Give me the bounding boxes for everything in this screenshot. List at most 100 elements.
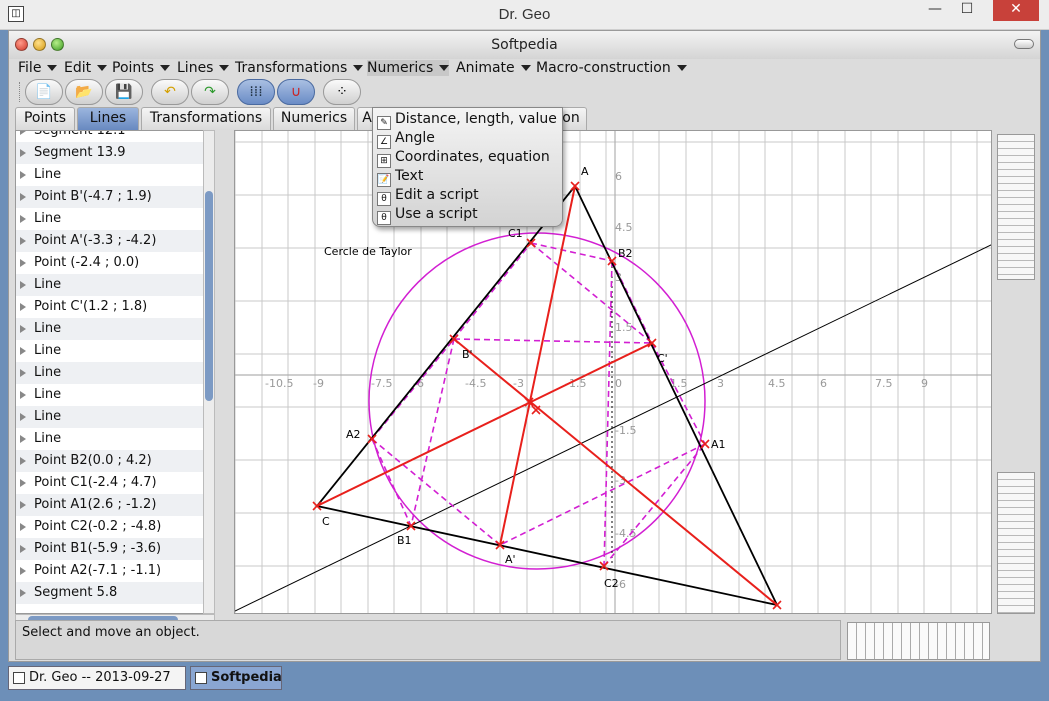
menu-item-5[interactable]: θ Use a script: [373, 205, 562, 225]
tree-item[interactable]: Line: [16, 208, 214, 230]
scrollbar-thumb[interactable]: [205, 191, 213, 401]
tree-vertical-scrollbar[interactable]: [203, 130, 215, 614]
expand-arrow-icon[interactable]: [20, 566, 26, 575]
point-label: B1: [397, 534, 412, 547]
tree-item[interactable]: Point A1(2.6 ; -1.2): [16, 494, 214, 516]
point-label: A: [581, 165, 589, 178]
close-button[interactable]: ✕: [993, 0, 1039, 21]
tab-lines[interactable]: Lines: [77, 107, 139, 130]
tab-points[interactable]: Points: [15, 107, 75, 130]
minimize-button[interactable]: —: [921, 0, 949, 21]
expand-arrow-icon[interactable]: [20, 258, 26, 267]
expand-arrow-icon[interactable]: [20, 412, 26, 421]
x-tick-label: -9: [313, 377, 324, 390]
expand-arrow-icon[interactable]: [20, 346, 26, 355]
menu-points[interactable]: Points: [112, 60, 171, 76]
menu-edit[interactable]: Edit: [64, 60, 108, 76]
expand-arrow-icon[interactable]: [20, 131, 26, 135]
object-tree[interactable]: Segment 12.1 Segment 13.9 Line Point B'(-4.…: [15, 130, 215, 614]
menu-numerics[interactable]: Numerics: [367, 60, 450, 76]
tree-item[interactable]: Line: [16, 318, 214, 340]
points-style-button[interactable]: ⁘: [323, 79, 361, 105]
expand-arrow-icon[interactable]: [20, 500, 26, 509]
altitude[interactable]: [316, 342, 653, 507]
tree-item[interactable]: Line: [16, 384, 214, 406]
toolbar-toggle-icon[interactable]: [1014, 39, 1034, 49]
vertical-scroll-control[interactable]: [997, 134, 1035, 280]
tree-item[interactable]: Line: [16, 406, 214, 428]
expand-arrow-icon[interactable]: [20, 588, 26, 597]
tree-item[interactable]: Line: [16, 274, 214, 296]
menu-file[interactable]: File: [18, 60, 58, 76]
tree-item[interactable]: Point C2(-0.2 ; -4.8): [16, 516, 214, 538]
taylor-segment[interactable]: [603, 260, 613, 567]
tree-item[interactable]: Point B2(0.0 ; 4.2): [16, 450, 214, 472]
x-tick-label: -4.5: [465, 377, 486, 390]
expand-arrow-icon[interactable]: [20, 456, 26, 465]
geometry-figure[interactable]: -10.5 -9 -7.5 -6 -4.5 -3 -1.5 0 1.5 3 4.5 6 7.5 964.5…: [235, 131, 992, 614]
menu-lines[interactable]: Lines: [177, 60, 230, 76]
taskbar-item-drgeo[interactable]: Dr. Geo -- 2013-09-27: [8, 666, 186, 690]
expand-arrow-icon[interactable]: [20, 280, 26, 289]
tree-item[interactable]: Line: [16, 428, 214, 450]
tree-item[interactable]: Point B1(-5.9 ; -3.6): [16, 538, 214, 560]
tree-item[interactable]: Line: [16, 340, 214, 362]
tree-item[interactable]: Line: [16, 362, 214, 384]
tree-item[interactable]: Point (-2.4 ; 0.0): [16, 252, 214, 274]
menu-item-0[interactable]: ✎ Distance, length, value: [373, 110, 562, 130]
menu-item-4[interactable]: θ Edit a script: [373, 186, 562, 206]
expand-arrow-icon[interactable]: [20, 170, 26, 179]
horizontal-scroll-control[interactable]: [847, 622, 990, 660]
menu-macro-construction[interactable]: Macro-construction: [536, 60, 687, 76]
tree-item[interactable]: Segment 13.9: [16, 142, 214, 164]
taylor-circle[interactable]: [368, 232, 706, 570]
tree-item[interactable]: Point A2(-7.1 ; -1.1): [16, 560, 214, 582]
tab-transformations[interactable]: Transformations: [141, 107, 271, 130]
taylor-segment[interactable]: [453, 242, 532, 340]
save-button[interactable]: 💾: [105, 79, 143, 105]
tree-item[interactable]: Point B'(-4.7 ; 1.9): [16, 186, 214, 208]
expand-arrow-icon[interactable]: [20, 522, 26, 531]
tree-item[interactable]: Line: [16, 164, 214, 186]
expand-arrow-icon[interactable]: [20, 148, 26, 157]
expand-arrow-icon[interactable]: [20, 192, 26, 201]
tree-item[interactable]: Segment 5.8: [16, 582, 214, 604]
point-label: C: [322, 515, 330, 528]
grid-toggle-button[interactable]: ⁞⁞⁞: [237, 79, 275, 105]
taskbar-item-softpedia[interactable]: Softpedia: [190, 666, 282, 690]
zoom-control[interactable]: [997, 472, 1035, 614]
tree-item[interactable]: Point C1(-2.4 ; 4.7): [16, 472, 214, 494]
expand-arrow-icon[interactable]: [20, 390, 26, 399]
expand-arrow-icon[interactable]: [20, 214, 26, 223]
expand-arrow-icon[interactable]: [20, 544, 26, 553]
expand-arrow-icon[interactable]: [20, 434, 26, 443]
expand-arrow-icon[interactable]: [20, 478, 26, 487]
circle-label[interactable]: Cercle de Taylor: [324, 245, 412, 258]
new-button[interactable]: 📄: [25, 79, 63, 105]
point-marker[interactable]: [700, 439, 710, 449]
points-icon: ⁘: [336, 84, 348, 100]
tree-item[interactable]: Point A'(-3.3 ; -4.2): [16, 230, 214, 252]
undo-button[interactable]: ↶: [151, 79, 189, 105]
expand-arrow-icon[interactable]: [20, 324, 26, 333]
expand-arrow-icon[interactable]: [20, 302, 26, 311]
expand-arrow-icon[interactable]: [20, 368, 26, 377]
maximize-button[interactable]: ☐: [953, 0, 981, 21]
taylor-segment[interactable]: [410, 338, 455, 527]
expand-arrow-icon[interactable]: [20, 236, 26, 245]
toolbar-grip[interactable]: [19, 82, 21, 102]
open-button[interactable]: 📂: [65, 79, 103, 105]
geometry-canvas[interactable]: -10.5 -9 -7.5 -6 -4.5 -3 -1.5 0 1.5 3 4.5 6 7.5 9 6 4.5…: [234, 130, 992, 614]
taylor-segment[interactable]: [499, 443, 706, 546]
menu-item-1[interactable]: ∠ Angle: [373, 129, 562, 149]
tab-numerics[interactable]: Numerics: [273, 107, 355, 130]
menu-transformations[interactable]: Transformations: [235, 60, 364, 76]
menu-item-2[interactable]: ⊞ Coordinates, equation: [373, 148, 562, 168]
menu-item-3[interactable]: 📝 Text: [373, 167, 562, 187]
magnet-toggle-button[interactable]: ∪: [277, 79, 315, 105]
tree-item[interactable]: Point C'(1.2 ; 1.8): [16, 296, 214, 318]
menu-animate[interactable]: Animate: [456, 60, 531, 76]
tree-item[interactable]: Segment 12.1: [16, 131, 214, 142]
redo-button[interactable]: ↷: [191, 79, 229, 105]
taylor-segment[interactable]: [530, 242, 653, 344]
